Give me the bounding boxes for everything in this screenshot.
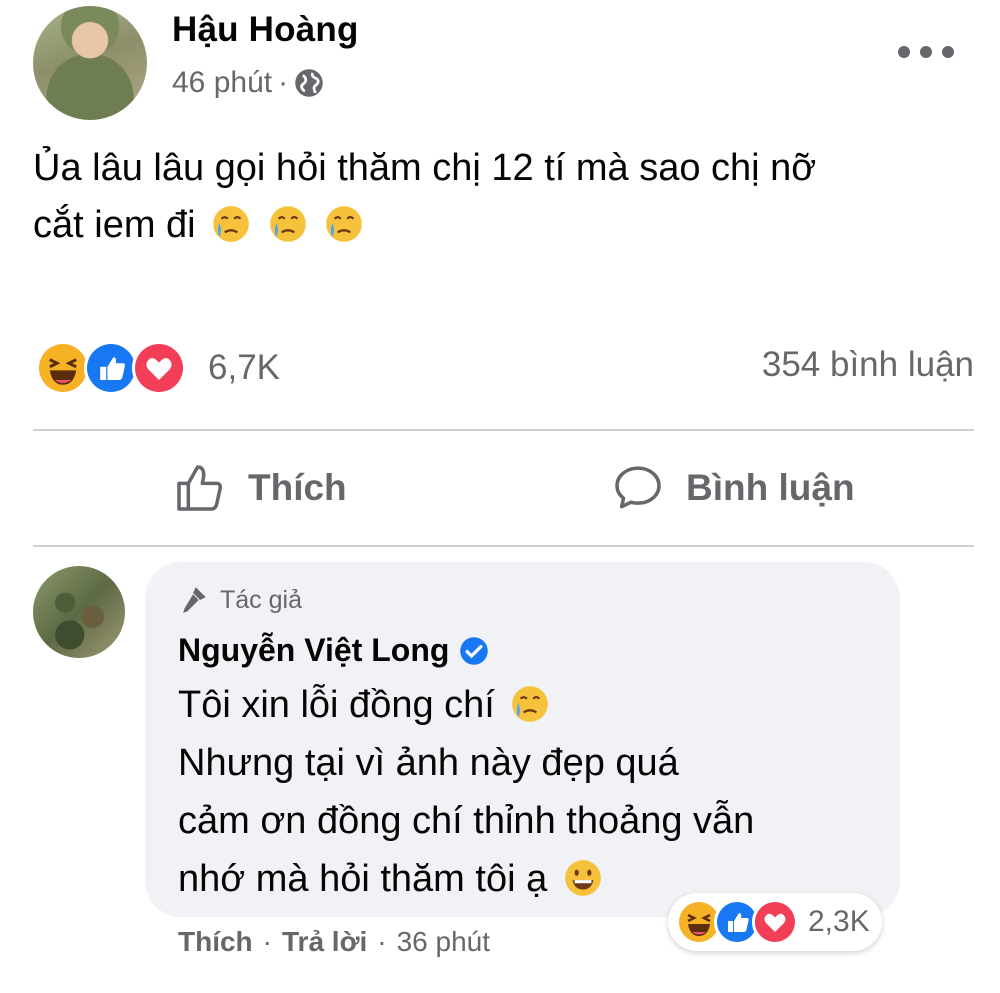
like-button-label: Thích bbox=[248, 467, 347, 508]
speech-bubble-icon bbox=[615, 466, 661, 509]
comment-action-separator: · bbox=[377, 926, 387, 957]
comment-line-1-row: Tôi xin lỗi đồng chí bbox=[178, 676, 878, 734]
globe-icon bbox=[295, 69, 323, 97]
crying-face-emoji bbox=[213, 206, 250, 242]
post-time[interactable]: 46 phút bbox=[172, 66, 272, 100]
post-meta: 46 phút · bbox=[172, 66, 324, 100]
love-reaction-icon bbox=[132, 341, 186, 395]
microphone-icon bbox=[183, 587, 206, 613]
more-options-icon[interactable] bbox=[898, 32, 954, 72]
comment-line-3: cảm ơn đồng chí thỉnh thoảng vẫn bbox=[178, 800, 755, 842]
meta-separator: · bbox=[278, 66, 289, 99]
post-text-line-2-text: cắt iem đi bbox=[33, 204, 196, 246]
like-button[interactable]: Thích bbox=[172, 458, 347, 518]
commenter-name[interactable]: Nguyễn Việt Long bbox=[178, 632, 449, 669]
crying-face-emoji bbox=[512, 686, 549, 722]
comment-reply-link[interactable]: Trả lời bbox=[282, 926, 367, 958]
comment-line-4: nhớ mà hỏi thăm tôi ạ bbox=[178, 858, 548, 900]
author-avatar[interactable] bbox=[33, 6, 147, 120]
comment-line-2: Nhưng tại vì ảnh này đẹp quá bbox=[178, 742, 679, 784]
comment-action-separator: · bbox=[262, 926, 272, 957]
author-name[interactable]: Hậu Hoàng bbox=[172, 10, 359, 50]
comment-count[interactable]: 354 bình luận bbox=[762, 345, 974, 385]
post-text: Ủa lâu lâu gọi hỏi thăm chị 12 tí mà sao… bbox=[33, 140, 963, 254]
comment-reaction-summary[interactable]: 2,3K bbox=[668, 893, 882, 951]
divider bbox=[33, 429, 974, 431]
commenter-name-row: Nguyễn Việt Long bbox=[178, 632, 489, 669]
facebook-post: Hậu Hoàng 46 phút · Ủa lâu lâu gọi hỏi t… bbox=[0, 0, 1000, 993]
crying-face-emoji bbox=[326, 206, 363, 242]
post-text-line-1: Ủa lâu lâu gọi hỏi thăm chị 12 tí mà sao… bbox=[33, 147, 817, 189]
comment-line-1: Tôi xin lỗi đồng chí bbox=[178, 684, 495, 726]
verified-badge-icon bbox=[460, 636, 489, 665]
divider bbox=[33, 545, 974, 547]
comment-button[interactable]: Bình luận bbox=[610, 458, 855, 518]
like-reaction-icon bbox=[84, 341, 138, 395]
post-text-line-2: cắt iem đi bbox=[33, 197, 963, 254]
reaction-summary[interactable]: 6,7K bbox=[36, 341, 280, 395]
comment-like-link[interactable]: Thích bbox=[178, 926, 253, 958]
comment-button-label: Bình luận bbox=[686, 467, 855, 508]
comment-reaction-count: 2,3K bbox=[808, 905, 870, 938]
comment-actions: Thích · Trả lời · 36 phút bbox=[178, 926, 490, 958]
author-badge-label: Tác giả bbox=[220, 585, 302, 614]
love-reaction-icon bbox=[752, 899, 798, 945]
reaction-count[interactable]: 6,7K bbox=[208, 348, 280, 388]
commenter-avatar[interactable] bbox=[33, 566, 125, 658]
thumbs-up-icon bbox=[177, 465, 222, 511]
comment-text: Tôi xin lỗi đồng chí Nhưng tại vì ảnh nà… bbox=[178, 676, 878, 908]
haha-reaction-icon bbox=[36, 341, 90, 395]
grinning-face-emoji bbox=[564, 860, 601, 896]
author-badge: Tác giả bbox=[176, 583, 302, 617]
comment-time[interactable]: 36 phút bbox=[397, 926, 490, 958]
crying-face-emoji bbox=[269, 206, 306, 242]
